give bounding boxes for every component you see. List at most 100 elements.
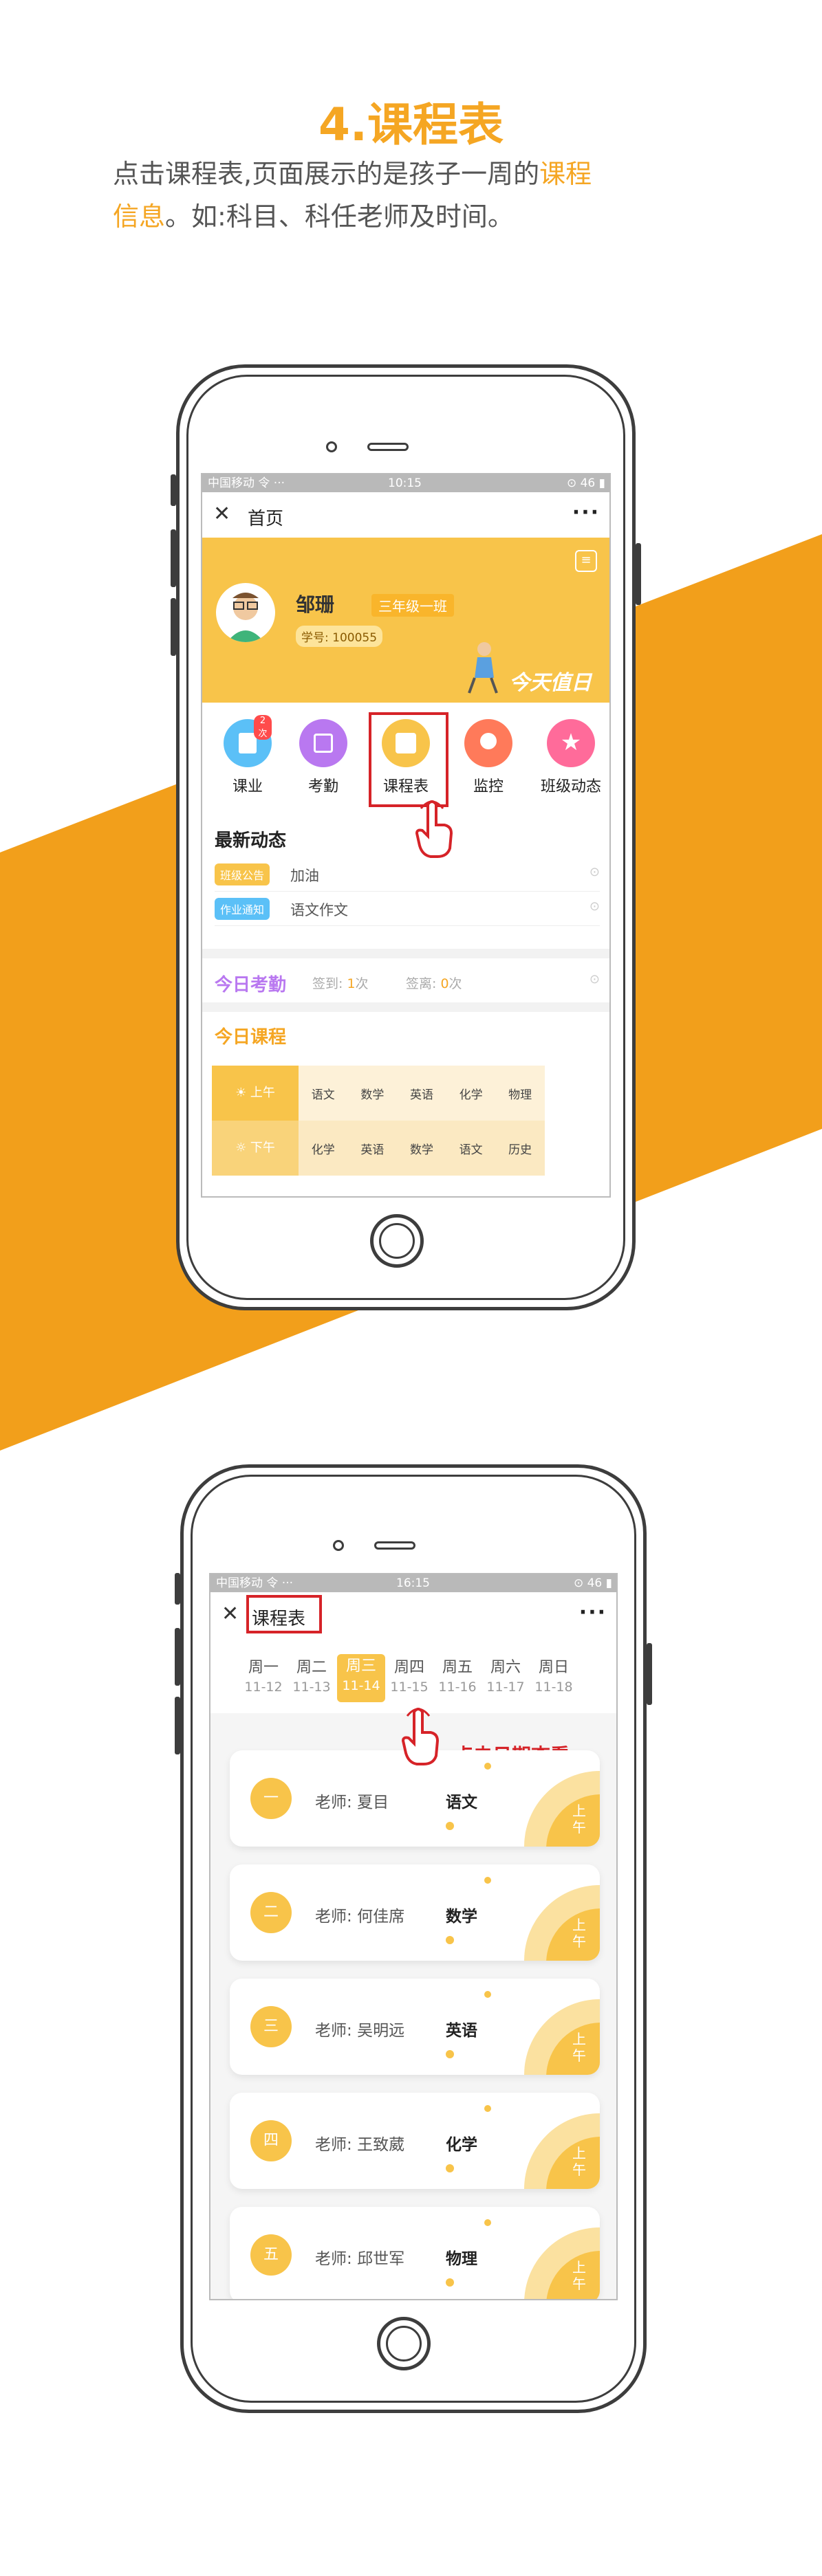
quick-attendance[interactable]: 考勤 [282, 719, 365, 796]
quick-homework-label: 课业 [232, 778, 263, 795]
day-tab[interactable]: 周二 11-13 [288, 1658, 336, 1697]
earpiece-speaker [374, 1541, 415, 1550]
side-button [647, 1643, 652, 1705]
quick-attendance-label: 考勤 [307, 778, 338, 795]
news-title: 最新动态 [215, 830, 287, 851]
page-title: 4.课程表 [318, 98, 504, 151]
status-bar: 中国移动 令 ··· 10:15 ⊙ 46 ▮ [202, 474, 609, 492]
home-button[interactable] [370, 1214, 424, 1268]
schedule-highlight-box [369, 712, 448, 807]
teacher-name: 老师: 吴明远 [315, 2022, 405, 2040]
day-tab[interactable]: 周四 11-15 [385, 1658, 433, 1697]
teacher-name: 老师: 夏目 [315, 1794, 389, 1812]
subject-cell: 英语 [360, 1143, 385, 1157]
more-icon[interactable]: ··· [572, 500, 600, 525]
quick-monitor-label: 监控 [473, 778, 504, 795]
subject-cell: 语文 [311, 1088, 335, 1102]
day-tab[interactable]: 周一 11-12 [239, 1658, 288, 1697]
news-tag: 作业通知 [215, 898, 270, 920]
front-camera [326, 441, 337, 452]
homework-badge: 2次 [254, 715, 272, 740]
quick-class-news-label: 班级动态 [540, 778, 601, 795]
news-item[interactable]: 班级公告 加油 ⊙ [215, 857, 600, 892]
day-tab[interactable]: 周日 11-18 [530, 1658, 578, 1697]
attendance-sign-out: 签离: 0次 [406, 976, 462, 991]
period-label: 上午 [572, 2145, 586, 2178]
chevron-right-icon: ⊙ [589, 972, 600, 987]
side-button [175, 1628, 180, 1686]
tap-hand-icon [415, 800, 453, 858]
student-id: 学号: 100055 [296, 626, 383, 647]
duty-banner: 今天值日 [509, 671, 592, 695]
side-button [171, 529, 176, 587]
news-item[interactable]: 作业通知 语文作文 ⊙ [215, 891, 600, 926]
attendance-sign-in: 签到: 1次 [312, 976, 369, 991]
duty-figure-icon [468, 642, 498, 694]
side-button [175, 1697, 180, 1754]
title-highlight-box [246, 1595, 322, 1633]
quick-class-news[interactable]: ★ 班级动态 [530, 719, 609, 796]
lesson-number: 三 [250, 2006, 292, 2047]
lesson-number: 二 [250, 1892, 292, 1933]
avatar[interactable] [216, 583, 275, 642]
status-time: 16:15 [396, 1576, 430, 1590]
teacher-name: 老师: 何佳席 [315, 1908, 405, 1926]
close-icon[interactable]: ✕ [221, 1602, 239, 1626]
day-tab[interactable]: 周六 11-17 [482, 1658, 530, 1697]
am-cell: ☀ 上午 [212, 1066, 299, 1121]
day-selector: 周一 11-12 周二 11-13 周三 11-14 周四 11-15 周五 11-16 … [210, 1638, 616, 1713]
subject-name: 数学 [446, 1908, 477, 1926]
lesson-number: 五 [250, 2234, 292, 2276]
attendance-title: 今日考勤 [215, 975, 287, 995]
pm-subjects: 化学 英语 数学 语文 历史 [299, 1121, 545, 1176]
today-courses-title: 今日课程 [215, 1027, 287, 1048]
subject-cell: 历史 [508, 1143, 532, 1157]
section-divider [202, 1002, 609, 1012]
quick-homework[interactable]: 2次 课业 [206, 715, 289, 796]
star-icon: ★ [560, 729, 582, 756]
day-tab-active[interactable]: 周三 11-14 [337, 1654, 385, 1702]
teacher-name: 老师: 邱世军 [315, 2250, 405, 2268]
subject-cell: 数学 [360, 1088, 385, 1102]
attendance-row[interactable]: 今日考勤 签到: 1次 签离: 0次 ⊙ [202, 958, 609, 1002]
status-right: ⊙ 46 ▮ [573, 1576, 612, 1590]
news-section: 最新动态 班级公告 加油 ⊙ 作业通知 语文作文 ⊙ [202, 817, 609, 947]
side-button [171, 474, 176, 506]
side-button [175, 1573, 180, 1605]
subject-cell: 化学 [311, 1143, 335, 1157]
subject-cell: 英语 [409, 1088, 433, 1102]
carrier-text: 中国移动 令 ··· [208, 476, 285, 490]
carrier-text: 中国移动 令 ··· [216, 1576, 294, 1590]
subject-name: 化学 [446, 2136, 477, 2154]
status-time: 10:15 [388, 476, 422, 490]
period-label: 上午 [572, 2031, 586, 2064]
tap-hand-icon [401, 1708, 440, 1765]
chevron-right-icon: ⊙ [589, 899, 600, 914]
am-subjects: 语文 数学 英语 化学 物理 [299, 1066, 545, 1121]
calendar-icon [314, 734, 333, 753]
news-text: 加油 [290, 868, 319, 884]
close-icon[interactable]: ✕ [213, 502, 230, 526]
lesson-card[interactable]: 三 老师: 吴明远 英语 上午 [230, 1979, 600, 2075]
camera-icon [480, 733, 497, 749]
teacher-name: 老师: 王致葳 [315, 2136, 405, 2154]
subject-cell: 物理 [508, 1088, 532, 1102]
period-label: 上午 [572, 1917, 586, 1950]
home-button[interactable] [377, 2317, 431, 2370]
subject-name: 物理 [446, 2250, 477, 2268]
subject-cell: 数学 [409, 1143, 433, 1157]
side-button [171, 598, 176, 656]
lesson-number: 一 [250, 1778, 292, 1819]
lesson-card[interactable]: 五 老师: 邱世军 物理 上午 [230, 2207, 600, 2299]
subject-name: 语文 [446, 1794, 477, 1812]
more-icon[interactable]: ··· [579, 1600, 607, 1625]
lesson-card[interactable]: 二 老师: 何佳席 数学 上午 [230, 1864, 600, 1961]
lesson-number: 四 [250, 2120, 292, 2161]
day-tab[interactable]: 周五 11-16 [433, 1658, 482, 1697]
period-label: 上午 [572, 2259, 586, 2292]
menu-icon[interactable]: ≡ [575, 550, 597, 572]
profile-banner: 邹珊 三年级一班 学号: 100055 ≡ 今天值日 [202, 538, 609, 703]
student-name: 邹珊 [296, 593, 335, 616]
quick-monitor[interactable]: 监控 [447, 719, 530, 796]
lesson-card[interactable]: 四 老师: 王致葳 化学 上午 [230, 2093, 600, 2189]
